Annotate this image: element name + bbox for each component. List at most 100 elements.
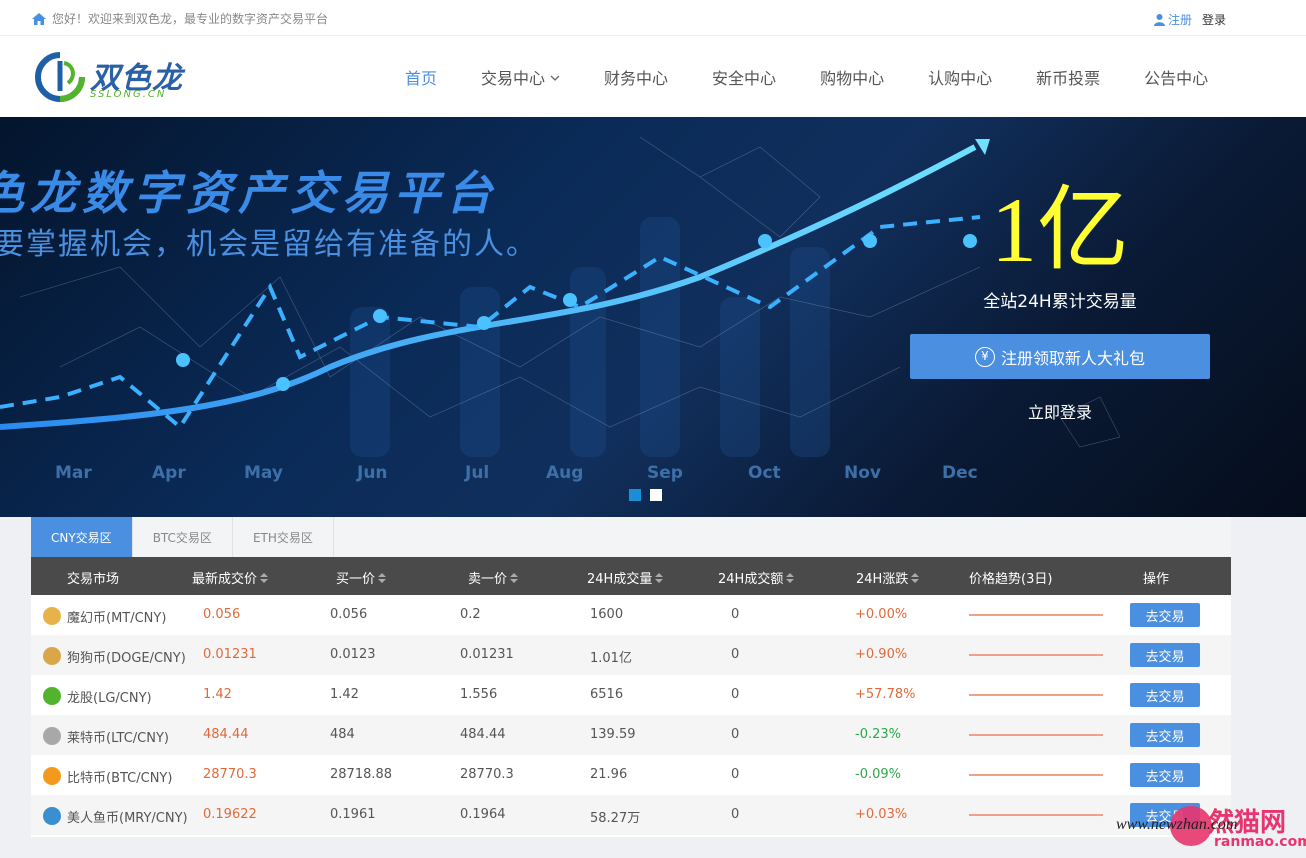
header-last-price[interactable]: 最新成交价 <box>192 568 269 587</box>
sort-icon <box>260 572 269 583</box>
amount-24h: 0 <box>731 767 740 782</box>
ask-price: 0.01231 <box>460 647 514 662</box>
bid-price: 484 <box>330 727 355 742</box>
market-name: 莱特币(LTC/CNY) <box>67 731 169 746</box>
volume-24h: 58.27万 <box>590 811 641 826</box>
register-gift-label: 注册领取新人大礼包 <box>1000 348 1145 368</box>
header-trend-3d: 价格趋势(3日) <box>969 568 1052 587</box>
register-label: 注册 <box>1167 13 1192 27</box>
header-amount-24h[interactable]: 24H成交额 <box>718 568 795 587</box>
lg-coin-icon <box>43 686 61 705</box>
nav-new-coin-vote[interactable]: 新币投票 <box>1036 65 1100 89</box>
header-label: 最新成交价 <box>192 572 258 587</box>
trend-sparkline <box>969 734 1103 736</box>
login-link[interactable]: 登录 <box>1202 11 1226 28</box>
nav-label: 认购中心 <box>928 68 993 88</box>
market-name: 狗狗币(DOGE/CNY) <box>67 651 186 666</box>
carousel-dot[interactable] <box>629 489 641 501</box>
header-bid[interactable]: 买一价 <box>336 568 387 587</box>
month-label: Sep <box>647 463 683 483</box>
market-name-cell[interactable]: 魔幻币(MT/CNY) <box>43 606 166 626</box>
month-label: Nov <box>844 463 881 483</box>
register-gift-button[interactable]: ¥ 注册领取新人大礼包 <box>910 334 1210 379</box>
trade-button[interactable]: 去交易 <box>1130 643 1200 667</box>
tab-cny[interactable]: CNY交易区 <box>31 517 133 557</box>
carousel-dot[interactable] <box>650 489 662 501</box>
ask-price: 28770.3 <box>460 767 514 782</box>
header-volume-24h[interactable]: 24H成交量 <box>587 568 664 587</box>
nav-label: 首页 <box>405 68 438 88</box>
sort-icon <box>786 572 795 583</box>
table-row: 莱特币(LTC/CNY) 484.44 484 484.44 139.59 0 -0.23%… <box>31 715 1231 755</box>
header-label: 24H成交额 <box>718 572 784 587</box>
market-name-cell[interactable]: 龙股(LG/CNY) <box>43 686 152 706</box>
market-panel: CNY交易区 BTC交易区 ETH交易区 交易市场 最新成交价 买一价 卖一价 24H成交量… <box>31 517 1231 837</box>
mry-coin-icon <box>43 806 61 825</box>
volume-caption: 全站24H累计交易量 <box>983 292 1137 312</box>
nav-shop-center[interactable]: 购物中心 <box>820 65 884 89</box>
login-now-link[interactable]: 立即登录 <box>910 399 1210 423</box>
month-label: May <box>244 463 283 483</box>
header-change-24h[interactable]: 24H涨跌 <box>856 568 920 587</box>
nav-finance-center[interactable]: 财务中心 <box>604 65 668 89</box>
nav-security-center[interactable]: 安全中心 <box>712 65 776 89</box>
top-bar: 您好！欢迎来到双色龙，最专业的数字资产交易平台 注册 登录 <box>0 0 1306 36</box>
welcome-area: 您好！欢迎来到双色龙，最专业的数字资产交易平台 <box>32 10 328 27</box>
nav-subscribe-center[interactable]: 认购中心 <box>928 65 992 89</box>
nav-label: 财务中心 <box>604 68 669 88</box>
promo-panel: 1亿 全站24H累计交易量 ¥ 注册领取新人大礼包 立即登录 <box>910 175 1210 423</box>
trend-sparkline <box>969 694 1103 696</box>
hero-banner: 色龙数字资产交易平台 要掌握机会，机会是留给有准备的人。 Mar Apr May Ju… <box>0 117 1306 517</box>
trade-button[interactable]: 去交易 <box>1130 683 1200 707</box>
header-ask[interactable]: 卖一价 <box>468 568 519 587</box>
site-logo[interactable]: 双色龙 SSLONG.CN <box>34 51 204 103</box>
month-label: Jul <box>465 463 490 483</box>
logo-domain: SSLONG.CN <box>90 89 167 100</box>
table-row: 狗狗币(DOGE/CNY) 0.01231 0.0123 0.01231 1.01亿 0 +… <box>31 635 1231 675</box>
market-name: 比特币(BTC/CNY) <box>67 771 173 786</box>
table-row: 美人鱼币(MRY/CNY) 0.19622 0.1961 0.1964 58.27万 0 +… <box>31 795 1231 835</box>
nav-trade-center[interactable]: 交易中心 <box>481 65 560 89</box>
tab-eth[interactable]: ETH交易区 <box>233 517 334 557</box>
volume-24h: 1.01亿 <box>590 651 632 666</box>
volume-24h: 21.96 <box>590 767 628 782</box>
watermark-domain: ranmao.com <box>1214 834 1306 850</box>
market-name-cell[interactable]: 比特币(BTC/CNY) <box>43 766 173 786</box>
last-price: 1.42 <box>203 687 232 702</box>
trade-button[interactable]: 去交易 <box>1130 763 1200 787</box>
main-nav: 首页 交易中心 财务中心 安全中心 购物中心 认购中心 新币投票 公告中心 <box>405 36 1208 117</box>
btc-coin-icon <box>43 766 61 785</box>
header-label: 卖一价 <box>468 572 508 587</box>
chevron-down-icon <box>545 67 560 86</box>
register-link[interactable]: 注册 <box>1153 11 1192 28</box>
market-name-cell[interactable]: 美人鱼币(MRY/CNY) <box>43 806 188 826</box>
table-row: 龙股(LG/CNY) 1.42 1.42 1.556 6516 0 +57.78% 去交易 <box>31 675 1231 715</box>
account-links: 注册 登录 <box>1153 11 1226 28</box>
bid-price: 0.0123 <box>330 647 376 662</box>
last-price: 0.056 <box>203 607 241 622</box>
yen-icon: ¥ <box>974 346 995 367</box>
month-label: Dec <box>942 463 978 483</box>
nav-notice-center[interactable]: 公告中心 <box>1144 65 1208 89</box>
amount-24h: 0 <box>731 727 740 742</box>
ask-price: 1.556 <box>460 687 498 702</box>
header-label: 操作 <box>1143 572 1170 587</box>
tab-btc[interactable]: BTC交易区 <box>133 517 233 557</box>
nav-label: 购物中心 <box>820 68 885 88</box>
last-price: 0.01231 <box>203 647 257 662</box>
change-24h: +0.90% <box>855 647 908 662</box>
header-label: 24H成交量 <box>587 572 653 587</box>
market-name-cell[interactable]: 莱特币(LTC/CNY) <box>43 726 169 746</box>
month-label: Apr <box>152 463 186 483</box>
market-name-cell[interactable]: 狗狗币(DOGE/CNY) <box>43 646 186 666</box>
change-24h: -0.09% <box>855 767 901 782</box>
last-price: 28770.3 <box>203 767 257 782</box>
month-label: Aug <box>546 463 584 483</box>
nav-home[interactable]: 首页 <box>405 65 437 89</box>
market-table-body: 魔幻币(MT/CNY) 0.056 0.056 0.2 1600 0 +0.00% 去交易 狗狗… <box>31 595 1231 835</box>
trade-button[interactable]: 去交易 <box>1130 603 1200 627</box>
amount-24h: 0 <box>731 607 740 622</box>
month-label: Jun <box>357 463 388 483</box>
market-tabs: CNY交易区 BTC交易区 ETH交易区 <box>31 517 1231 557</box>
trade-button[interactable]: 去交易 <box>1130 723 1200 747</box>
